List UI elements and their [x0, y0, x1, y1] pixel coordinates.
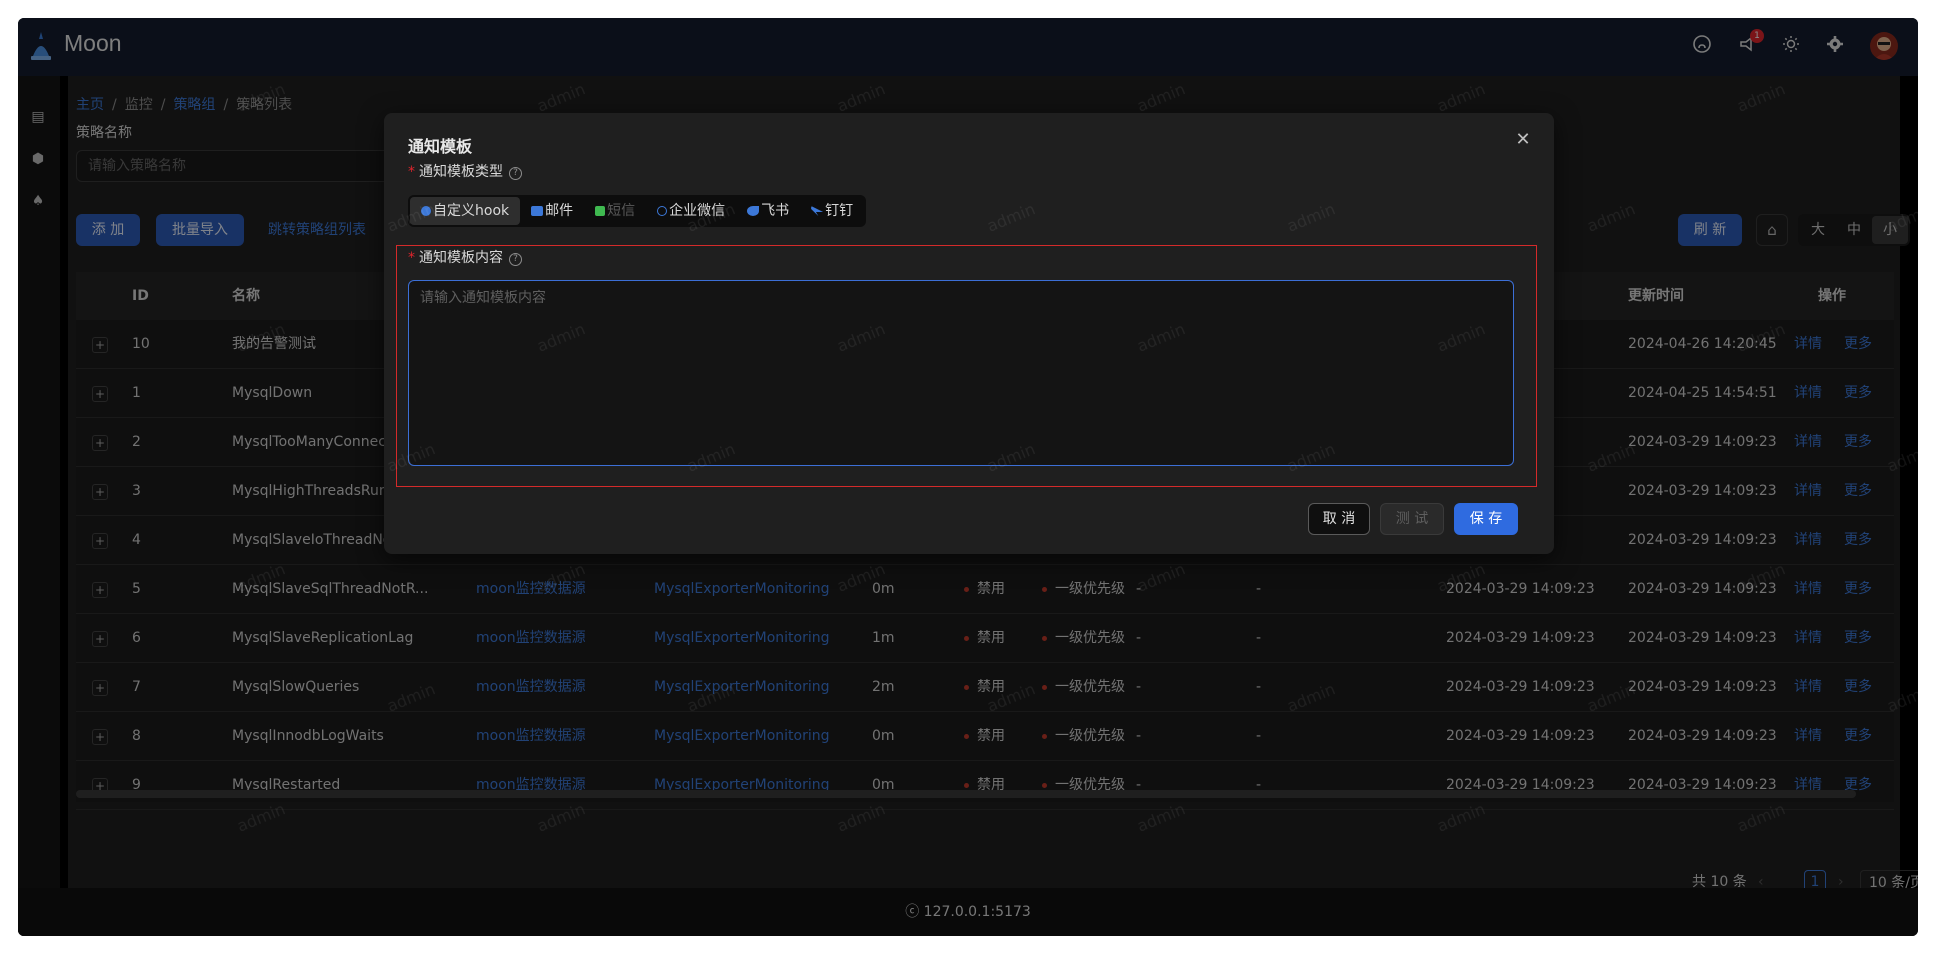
save-button[interactable]: 保 存 [1454, 503, 1518, 535]
wechat-work-icon [657, 206, 668, 216]
dingtalk-icon [811, 206, 824, 216]
type-option-wechat-work[interactable]: 企业微信 [646, 197, 736, 225]
help-icon: ? [509, 253, 522, 266]
type-option-feishu[interactable]: 飞书 [736, 197, 800, 225]
type-option-hook[interactable]: 自定义hook [410, 197, 521, 225]
hook-icon [421, 206, 431, 216]
notify-template-modal: 通知模板 ✕ * 通知模板类型? 自定义hook 邮件 短信 企业微信 飞书 钉钉… [384, 113, 1554, 554]
sms-icon [595, 206, 606, 216]
test-button: 测 试 [1380, 503, 1444, 535]
feishu-icon [747, 206, 760, 216]
template-type-label: * 通知模板类型? [408, 161, 522, 181]
type-option-sms: 短信 [584, 197, 646, 225]
type-option-dingtalk[interactable]: 钉钉 [800, 197, 864, 225]
mail-icon [531, 206, 544, 216]
template-content-label: * 通知模板内容? [408, 247, 522, 267]
type-option-mail[interactable]: 邮件 [520, 197, 584, 225]
close-icon[interactable]: ✕ [1512, 129, 1534, 151]
template-content-textarea[interactable]: 请输入通知模板内容 [408, 280, 1514, 466]
app-window: Moon 1 ▤ ⬢ ♠ 主页 / 监控 / 策略组 / 策略列表 策略名称 请输入策略名称… [18, 18, 1918, 936]
template-type-segmented: 自定义hook 邮件 短信 企业微信 飞书 钉钉 [408, 195, 867, 227]
modal-title: 通知模板 [408, 137, 473, 156]
cancel-button[interactable]: 取 消 [1308, 503, 1370, 535]
help-icon: ? [509, 167, 522, 180]
